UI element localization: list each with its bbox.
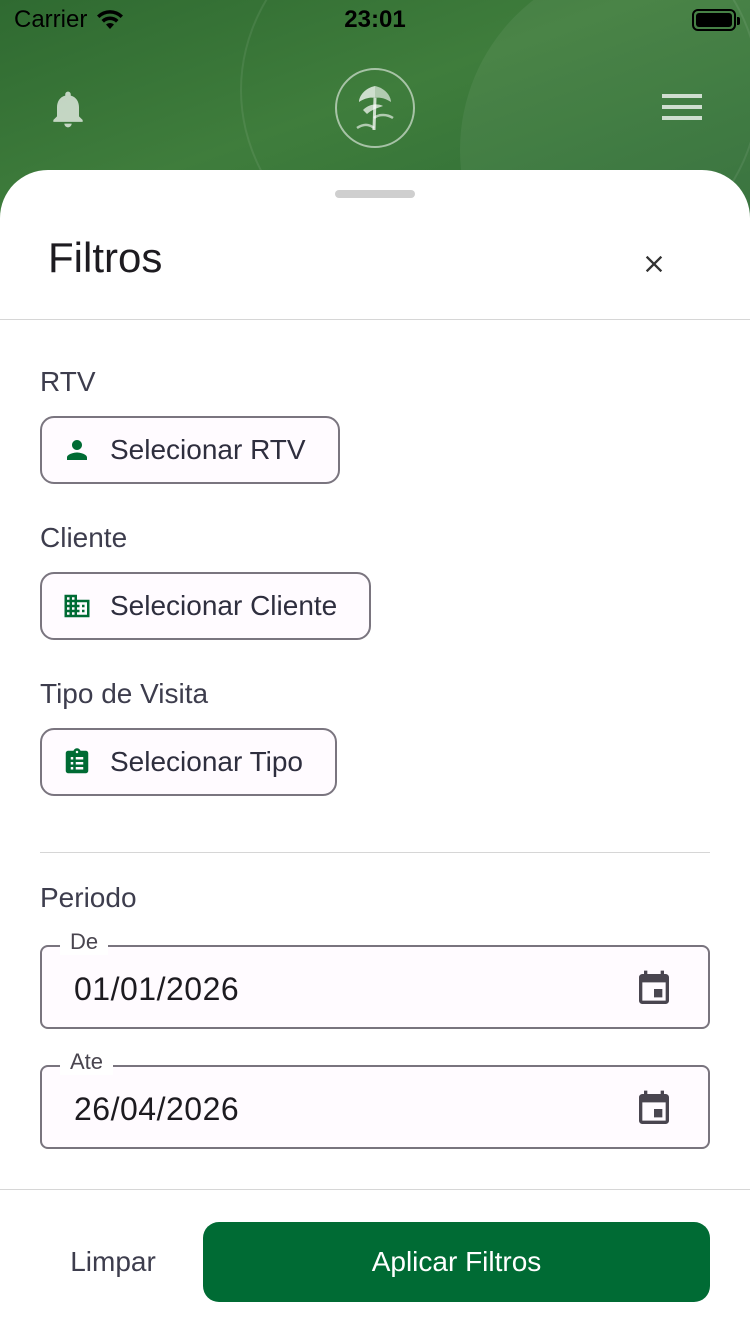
rtv-label: RTV — [40, 366, 96, 397]
close-icon — [645, 255, 663, 273]
clipboard-list-icon — [65, 748, 89, 774]
bell-icon[interactable] — [46, 86, 90, 132]
calendar-icon[interactable] — [634, 1089, 674, 1129]
person-icon — [67, 440, 87, 460]
date-to-field[interactable]: Ate 26/04/2026 — [40, 1049, 710, 1149]
status-bar: Carrier 23:01 — [0, 0, 750, 40]
select-rtv-label: Selecionar RTV — [110, 434, 306, 465]
date-from-value[interactable]: 01/01/2026 — [74, 971, 239, 1008]
sheet-title: Filtros — [48, 234, 163, 281]
clear-button[interactable]: Limpar — [40, 1222, 186, 1302]
leaf-logo-icon — [356, 86, 394, 131]
divider — [0, 319, 750, 320]
periodo-label: Periodo — [40, 882, 137, 913]
date-to-label: Ate — [60, 1049, 114, 1075]
drag-handle[interactable] — [335, 190, 415, 198]
date-from-field[interactable]: De 01/01/2026 — [40, 929, 710, 1029]
battery-icon — [692, 9, 740, 31]
apply-filters-button[interactable]: Aplicar Filtros — [203, 1222, 710, 1302]
select-tipo-button[interactable]: Selecionar Tipo — [40, 728, 338, 796]
date-to-value[interactable]: 26/04/2026 — [74, 1091, 239, 1128]
status-time: 23:01 — [344, 6, 406, 33]
filter-sheet: Filtros RTV Selecionar RTV Cliente Selec… — [0, 170, 750, 1334]
building-icon — [64, 594, 90, 618]
menu-icon[interactable] — [662, 94, 702, 122]
select-rtv-button[interactable]: Selecionar RTV — [40, 416, 340, 484]
tipo-visita-label: Tipo de Visita — [40, 678, 209, 709]
divider — [0, 1189, 750, 1190]
calendar-icon[interactable] — [634, 969, 674, 1009]
select-cliente-button[interactable]: Selecionar Cliente — [40, 572, 372, 640]
select-cliente-label: Selecionar Cliente — [110, 590, 338, 621]
close-button[interactable] — [632, 242, 676, 286]
date-from-label: De — [60, 929, 109, 955]
select-tipo-label: Selecionar Tipo — [110, 746, 304, 777]
cliente-label: Cliente — [40, 522, 128, 553]
brand-logo — [335, 68, 415, 148]
divider — [40, 852, 710, 853]
